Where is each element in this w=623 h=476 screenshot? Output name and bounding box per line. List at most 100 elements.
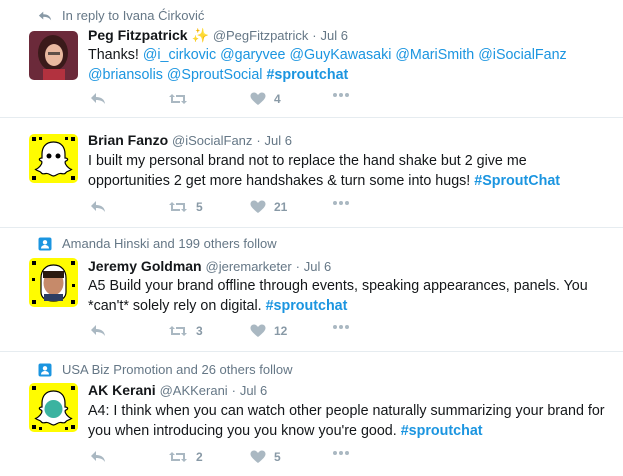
heart-icon <box>250 200 266 213</box>
retweet-icon <box>169 326 187 336</box>
tweet-text: A5 Build your brand offline through even… <box>88 276 608 316</box>
handle[interactable]: @PegFitzpatrick <box>213 28 309 43</box>
reply-icon <box>91 325 105 336</box>
more-button[interactable] <box>332 324 350 330</box>
retweet-count: 3 <box>196 324 203 338</box>
avatar[interactable] <box>29 31 78 80</box>
mention-link[interactable]: @garyvee <box>220 47 285 63</box>
reply-context[interactable]: In reply to Ivana Ćirković <box>38 8 205 23</box>
like-count: 4 <box>274 92 281 106</box>
reply-button[interactable] <box>90 450 106 464</box>
avatar-photo <box>29 31 78 80</box>
mention-link[interactable]: @MariSmith <box>395 47 474 63</box>
separator: · <box>295 259 300 274</box>
tweet-header: Peg Fitzpatrick ✨ @PegFitzpatrick · Jul … <box>88 27 348 44</box>
separator: · <box>312 28 317 43</box>
reply-icon <box>91 93 105 104</box>
timestamp[interactable]: Jul 6 <box>304 259 331 274</box>
retweet-button[interactable]: 2 <box>168 450 203 464</box>
like-button[interactable]: 12 <box>250 324 287 338</box>
more-button[interactable] <box>332 450 350 456</box>
reply-arrow-icon <box>38 11 52 21</box>
retweet-icon <box>169 202 187 212</box>
avatar[interactable] <box>29 383 78 432</box>
tweet-header: Brian Fanzo @iSocialFanz · Jul 6 <box>88 132 292 148</box>
retweet-button[interactable] <box>168 92 196 106</box>
tweet-actions: 5 21 <box>88 200 388 220</box>
follow-context[interactable]: USA Biz Promotion and 26 others follow <box>38 362 293 377</box>
heart-icon <box>250 450 266 463</box>
tweet-text: A4: I think when you can watch other peo… <box>88 401 608 441</box>
handle[interactable]: @iSocialFanz <box>172 133 252 148</box>
follow-context-text: Amanda Hinski and 199 others follow <box>62 236 277 251</box>
text-segment: I built my personal brand not to replace… <box>88 153 527 189</box>
more-dots-icon <box>333 93 349 97</box>
hashtag-link[interactable]: #sproutchat <box>266 298 348 314</box>
follow-context[interactable]: Amanda Hinski and 199 others follow <box>38 236 277 251</box>
more-dots-icon <box>333 201 349 205</box>
heart-icon <box>250 92 266 105</box>
retweet-count: 5 <box>196 200 203 214</box>
person-icon <box>38 363 52 377</box>
retweet-count: 2 <box>196 450 203 464</box>
more-dots-icon <box>333 451 349 455</box>
timestamp[interactable]: Jul 6 <box>265 133 292 148</box>
tweet[interactable]: Brian Fanzo @iSocialFanz · Jul 6 I built… <box>0 118 623 228</box>
tweet[interactable]: USA Biz Promotion and 26 others follow A… <box>0 352 623 476</box>
mention-link[interactable]: @iSocialFanz <box>478 47 566 63</box>
tweet-actions: 4 <box>88 92 388 112</box>
sparkle-emoji-icon: ✨ <box>191 27 209 43</box>
separator: · <box>231 383 236 398</box>
like-count: 12 <box>274 324 288 338</box>
hashtag-link[interactable]: #sproutchat <box>266 67 348 83</box>
reply-icon <box>91 201 105 212</box>
hashtag-link[interactable]: #SproutChat <box>474 173 560 189</box>
display-name[interactable]: Peg Fitzpatrick <box>88 27 188 43</box>
retweet-button[interactable]: 5 <box>168 200 203 214</box>
follow-context-text: USA Biz Promotion and 26 others follow <box>62 362 293 377</box>
display-name[interactable]: Brian Fanzo <box>88 132 168 148</box>
like-button[interactable]: 4 <box>250 92 281 106</box>
snapcode-avatar <box>29 383 78 432</box>
person-icon <box>38 237 52 251</box>
mention-link[interactable]: @SproutSocial <box>167 67 263 83</box>
text-segment: Thanks! <box>88 47 143 63</box>
reply-button[interactable] <box>90 92 106 106</box>
mention-link[interactable]: @GuyKawasaki <box>290 47 392 63</box>
tweet[interactable]: In reply to Ivana Ćirković Peg Fitzpatri… <box>0 0 623 118</box>
like-button[interactable]: 5 <box>250 450 281 464</box>
tweet-actions: 3 12 <box>88 324 388 344</box>
retweet-icon <box>169 94 187 104</box>
timestamp[interactable]: Jul 6 <box>321 28 348 43</box>
tweet-header: AK Kerani @AKKerani · Jul 6 <box>88 382 267 398</box>
timestamp[interactable]: Jul 6 <box>240 383 267 398</box>
display-name[interactable]: AK Kerani <box>88 382 156 398</box>
like-count: 21 <box>274 200 288 214</box>
snapcode-avatar <box>29 258 78 307</box>
mention-link[interactable]: @i_cirkovic <box>143 47 216 63</box>
avatar[interactable] <box>29 134 78 183</box>
tweet-header: Jeremy Goldman @jeremarketer · Jul 6 <box>88 258 331 274</box>
retweet-icon <box>169 452 187 462</box>
hashtag-link[interactable]: #sproutchat <box>401 423 483 439</box>
retweet-button[interactable]: 3 <box>168 324 203 338</box>
tweet-actions: 2 5 <box>88 450 388 470</box>
snapcode-avatar <box>29 134 78 183</box>
handle[interactable]: @AKKerani <box>160 383 228 398</box>
text-segment: A4: I think when you can watch other peo… <box>88 403 605 439</box>
handle[interactable]: @jeremarketer <box>206 259 292 274</box>
display-name[interactable]: Jeremy Goldman <box>88 258 202 274</box>
tweet-text: Thanks! @i_cirkovic @garyvee @GuyKawasak… <box>88 45 608 85</box>
reply-button[interactable] <box>90 200 106 214</box>
like-count: 5 <box>274 450 281 464</box>
reply-button[interactable] <box>90 324 106 338</box>
like-button[interactable]: 21 <box>250 200 287 214</box>
tweet[interactable]: Amanda Hinski and 199 others follow Jere… <box>0 228 623 352</box>
reply-icon <box>91 451 105 462</box>
heart-icon <box>250 324 266 337</box>
avatar[interactable] <box>29 258 78 307</box>
reply-context-text: In reply to Ivana Ćirković <box>62 8 205 23</box>
more-button[interactable] <box>332 200 350 206</box>
mention-link[interactable]: @briansolis <box>88 67 163 83</box>
more-button[interactable] <box>332 92 350 98</box>
